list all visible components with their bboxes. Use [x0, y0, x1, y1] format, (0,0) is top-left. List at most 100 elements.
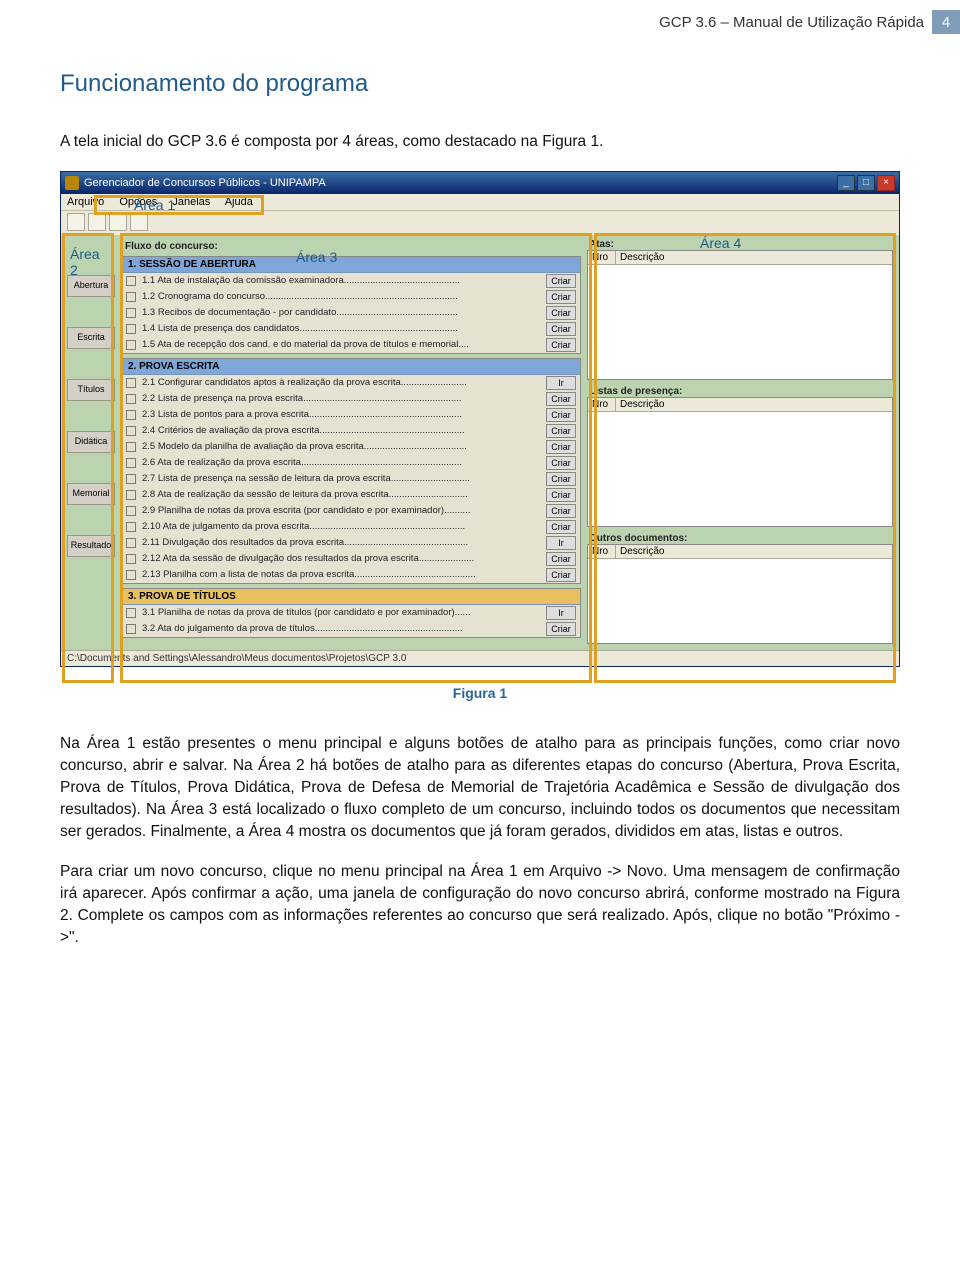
checkbox-icon[interactable]: [126, 490, 136, 500]
checkbox-icon[interactable]: [126, 378, 136, 388]
checkbox-icon[interactable]: [126, 506, 136, 516]
criar-button[interactable]: Criar: [546, 520, 576, 534]
escrita-row: 2.1 Configurar candidatos aptos à realiz…: [122, 375, 580, 391]
abertura-row: 1.3 Recibos de documentação - por candid…: [122, 305, 580, 321]
checkbox-icon[interactable]: [126, 276, 136, 286]
side-tabs: Abertura Escrita Títulos Didática Memori…: [67, 239, 115, 644]
criar-button[interactable]: Criar: [546, 408, 576, 422]
criar-button[interactable]: Criar: [546, 274, 576, 288]
criar-button[interactable]: Criar: [546, 552, 576, 566]
row-text: 2.3 Lista de pontos para a prova escrita…: [142, 409, 542, 420]
outros-list[interactable]: Nro Descrição: [587, 544, 893, 644]
escrita-row: 2.4 Critérios de avaliação da prova escr…: [122, 423, 580, 439]
outros-label: Outros documentos:: [587, 533, 893, 544]
checkbox-icon[interactable]: [126, 570, 136, 580]
row-text: 3.1 Planilha de notas da prova de título…: [142, 607, 542, 618]
tab-abertura[interactable]: Abertura: [67, 275, 115, 297]
criar-button[interactable]: Criar: [546, 472, 576, 486]
tab-resultado[interactable]: Resultado: [67, 535, 115, 557]
col-nro: Nro: [588, 545, 616, 558]
criar-button[interactable]: Criar: [546, 488, 576, 502]
maximize-button[interactable]: □: [857, 175, 875, 191]
right-documents-column: Atas: Nro Descrição Listas de presença:: [587, 239, 893, 644]
checkbox-icon[interactable]: [126, 292, 136, 302]
menu-janelas[interactable]: Janelas: [172, 196, 210, 208]
row-text: 3.2 Ata do julgamento da prova de título…: [142, 623, 542, 634]
escrita-row: 2.10 Ata de julgamento da prova escrita.…: [122, 519, 580, 535]
tab-memorial[interactable]: Memorial: [67, 483, 115, 505]
menu-opcoes[interactable]: Opções: [119, 196, 157, 208]
row-text: 1.1 Ata de instalação da comissão examin…: [142, 275, 542, 286]
ir-button[interactable]: Ir: [546, 536, 576, 550]
escrita-row: 2.7 Lista de presença na sessão de leitu…: [122, 471, 580, 487]
ir-button[interactable]: Ir: [546, 376, 576, 390]
row-text: 2.7 Lista de presença na sessão de leitu…: [142, 473, 542, 484]
criar-button[interactable]: Criar: [546, 392, 576, 406]
criar-button[interactable]: Criar: [546, 290, 576, 304]
checkbox-icon[interactable]: [126, 324, 136, 334]
listas-label: Listas de presença:: [587, 386, 893, 397]
minimize-button[interactable]: _: [837, 175, 855, 191]
checkbox-icon[interactable]: [126, 538, 136, 548]
tab-escrita[interactable]: Escrita: [67, 327, 115, 349]
figure-caption: Figura 1: [60, 685, 900, 701]
criar-button[interactable]: Criar: [546, 424, 576, 438]
figure-1-screenshot: Gerenciador de Concursos Públicos - UNIP…: [60, 171, 900, 667]
close-button[interactable]: ×: [877, 175, 895, 191]
toolbar-save-icon[interactable]: [109, 213, 127, 231]
criar-button[interactable]: Criar: [546, 338, 576, 352]
menu-arquivo[interactable]: Arquivo: [67, 196, 104, 208]
escrita-row: 2.13 Planilha com a lista de notas da pr…: [122, 567, 580, 583]
row-text: 1.4 Lista de presença dos candidatos....…: [142, 323, 542, 334]
escrita-row: 2.6 Ata de realização da prova escrita..…: [122, 455, 580, 471]
toolbar: [61, 211, 899, 235]
checkbox-icon[interactable]: [126, 624, 136, 634]
row-text: 2.8 Ata de realização da sessão de leitu…: [142, 489, 542, 500]
col-desc: Descrição: [616, 545, 892, 558]
titulos-row: 3.2 Ata do julgamento da prova de título…: [122, 621, 580, 637]
col-nro: Nro: [588, 398, 616, 411]
criar-button[interactable]: Criar: [546, 568, 576, 582]
atas-list[interactable]: Nro Descrição: [587, 250, 893, 380]
menu-bar: Arquivo Opções Janelas Ajuda: [61, 194, 899, 211]
escrita-row: 2.2 Lista de presença na prova escrita..…: [122, 391, 580, 407]
row-text: 1.3 Recibos de documentação - por candid…: [142, 307, 542, 318]
toolbar-open-icon[interactable]: [88, 213, 106, 231]
tab-titulos[interactable]: Títulos: [67, 379, 115, 401]
tab-didatica[interactable]: Didática: [67, 431, 115, 453]
row-text: 2.5 Modelo da planilha de avaliação da p…: [142, 441, 542, 452]
atas-label: Atas:: [587, 239, 893, 250]
row-text: 2.6 Ata de realização da prova escrita..…: [142, 457, 542, 468]
checkbox-icon[interactable]: [126, 474, 136, 484]
ir-button[interactable]: Ir: [546, 606, 576, 620]
checkbox-icon[interactable]: [126, 522, 136, 532]
criar-button[interactable]: Criar: [546, 322, 576, 336]
col-desc: Descrição: [616, 251, 892, 264]
checkbox-icon[interactable]: [126, 608, 136, 618]
criar-button[interactable]: Criar: [546, 306, 576, 320]
checkbox-icon[interactable]: [126, 340, 136, 350]
col-desc: Descrição: [616, 398, 892, 411]
checkbox-icon[interactable]: [126, 458, 136, 468]
escrita-row: 2.3 Lista de pontos para a prova escrita…: [122, 407, 580, 423]
checkbox-icon[interactable]: [126, 410, 136, 420]
checkbox-icon[interactable]: [126, 308, 136, 318]
checkbox-icon[interactable]: [126, 442, 136, 452]
app-icon: [65, 176, 79, 190]
criar-button[interactable]: Criar: [546, 456, 576, 470]
section-escrita-header: 2. PROVA ESCRITA: [122, 359, 580, 375]
titlebar: Gerenciador de Concursos Públicos - UNIP…: [61, 172, 899, 194]
menu-ajuda[interactable]: Ajuda: [225, 196, 253, 208]
row-text: 2.4 Critérios de avaliação da prova escr…: [142, 425, 542, 436]
section-prova-titulos: 3. PROVA DE TÍTULOS 3.1 Planilha de nota…: [121, 588, 581, 638]
checkbox-icon[interactable]: [126, 554, 136, 564]
criar-button[interactable]: Criar: [546, 622, 576, 636]
criar-button[interactable]: Criar: [546, 440, 576, 454]
row-text: 2.11 Divulgação dos resultados da prova …: [142, 537, 542, 548]
toolbar-help-icon[interactable]: [130, 213, 148, 231]
checkbox-icon[interactable]: [126, 394, 136, 404]
criar-button[interactable]: Criar: [546, 504, 576, 518]
listas-list[interactable]: Nro Descrição: [587, 397, 893, 527]
toolbar-new-icon[interactable]: [67, 213, 85, 231]
checkbox-icon[interactable]: [126, 426, 136, 436]
